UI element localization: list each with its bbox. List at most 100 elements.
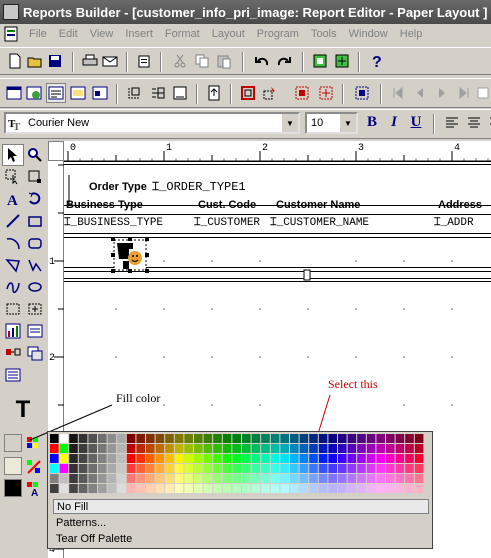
color-swatch[interactable] [69,444,78,453]
color-swatch[interactable] [98,444,107,453]
color-swatch[interactable] [270,464,280,473]
save-icon[interactable] [45,51,65,71]
color-swatch[interactable] [50,484,59,493]
color-swatch[interactable] [98,484,107,493]
order-type-field[interactable]: ⌶_BUSINESS_TYPE_ORDER_TYPE1 [152,180,246,194]
arc-tool-icon[interactable] [2,232,24,254]
color-swatch[interactable] [338,444,347,453]
color-swatch[interactable] [107,454,117,463]
color-grid[interactable] [50,434,430,498]
color-swatch[interactable] [203,484,213,493]
color-swatch[interactable] [347,474,357,483]
color-swatch[interactable] [88,454,97,463]
link-file-tool-icon[interactable] [2,342,24,364]
patterns-option[interactable]: Patterns... [53,515,429,530]
color-swatch[interactable] [184,484,193,493]
color-swatch[interactable] [117,464,126,473]
color-swatch[interactable] [98,474,107,483]
color-swatch[interactable] [290,474,299,483]
field-address[interactable]: ⌶_ADDR [434,217,474,229]
bold-button[interactable]: B [363,114,381,134]
color-swatch[interactable] [376,454,385,463]
color-swatch[interactable] [414,474,424,483]
color-swatch[interactable] [232,484,241,493]
color-swatch[interactable] [318,454,328,463]
color-swatch[interactable] [174,434,184,443]
color-swatch[interactable] [117,444,126,453]
compile-icon[interactable] [332,51,352,71]
color-swatch[interactable] [78,484,88,493]
color-swatch[interactable] [251,444,261,453]
color-swatch[interactable] [78,464,88,473]
color-swatch[interactable] [395,434,405,443]
color-swatch[interactable] [155,464,165,473]
color-swatch[interactable] [318,474,328,483]
color-swatch[interactable] [366,464,376,473]
color-swatch[interactable] [270,474,280,483]
color-swatch[interactable] [395,484,405,493]
color-swatch[interactable] [280,464,289,473]
color-swatch[interactable] [290,464,299,473]
color-swatch[interactable] [232,454,241,463]
menu-format[interactable]: Format [159,28,206,40]
color-swatch[interactable] [290,454,299,463]
color-swatch[interactable] [222,474,232,483]
color-swatch[interactable] [232,474,241,483]
menu-help[interactable]: Help [394,28,429,40]
color-swatch[interactable] [232,434,241,443]
color-swatch[interactable] [242,474,251,483]
color-swatch[interactable] [299,484,309,493]
color-swatch[interactable] [357,464,366,473]
color-swatch[interactable] [366,454,376,463]
color-swatch[interactable] [395,464,405,473]
color-swatch[interactable] [366,444,376,453]
color-swatch[interactable] [405,434,414,443]
color-swatch[interactable] [376,434,385,443]
underline-button[interactable]: U [407,114,425,134]
color-swatch[interactable] [357,474,366,483]
fill-color-icon[interactable] [26,436,42,455]
color-swatch[interactable] [405,444,414,453]
color-swatch[interactable] [203,454,213,463]
color-swatch[interactable] [395,474,405,483]
color-swatch[interactable] [357,444,366,453]
undo-icon[interactable] [252,51,272,71]
color-swatch[interactable] [280,444,289,453]
color-swatch[interactable] [251,484,261,493]
color-swatch[interactable] [366,474,376,483]
color-swatch[interactable] [280,454,289,463]
color-swatch[interactable] [328,444,337,453]
color-swatch[interactable] [309,434,318,443]
color-swatch[interactable] [232,444,241,453]
ole-object-tool-icon[interactable] [24,342,46,364]
color-swatch[interactable] [194,454,203,463]
group-icon[interactable] [352,83,372,103]
color-swatch[interactable] [155,434,165,443]
color-swatch[interactable] [405,454,414,463]
color-swatch[interactable] [405,484,414,493]
color-swatch[interactable] [318,464,328,473]
color-swatch[interactable] [194,484,203,493]
color-swatch[interactable] [299,444,309,453]
color-swatch[interactable] [251,434,261,443]
color-swatch[interactable] [78,444,88,453]
color-swatch[interactable] [136,464,145,473]
field-business-type[interactable]: ⌶_BUSINESS_TYPE [64,217,163,229]
color-swatch[interactable] [338,484,347,493]
color-swatch[interactable] [347,434,357,443]
color-swatch[interactable] [88,484,97,493]
color-swatch[interactable] [174,444,184,453]
next-page-icon[interactable] [432,83,452,103]
color-swatch[interactable] [107,434,117,443]
color-swatch[interactable] [395,454,405,463]
color-swatch[interactable] [155,444,165,453]
color-swatch[interactable] [222,484,232,493]
color-swatch[interactable] [347,454,357,463]
confine-mode-icon[interactable] [124,83,144,103]
web-source-icon[interactable] [24,83,44,103]
color-swatch[interactable] [309,454,318,463]
color-swatch[interactable] [194,474,203,483]
color-swatch[interactable] [386,464,395,473]
color-swatch[interactable] [203,444,213,453]
color-swatch[interactable] [78,434,88,443]
